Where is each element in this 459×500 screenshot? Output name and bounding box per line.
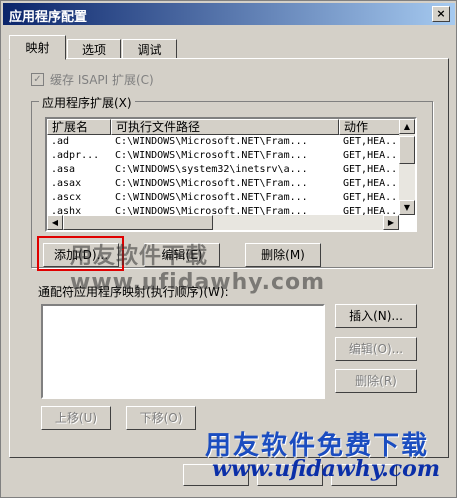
close-button[interactable]: × (432, 6, 450, 22)
cache-isapi-label: 缓存 ISAPI 扩展(C) (50, 73, 154, 87)
row-extension: .adpr... (51, 150, 100, 161)
row-extension: .asax (51, 178, 82, 189)
column-header-verbs[interactable]: 动作 (339, 119, 401, 135)
table-row[interactable]: .ad C:\WINDOWS\Microsoft.NET\Fram... GET… (47, 135, 401, 148)
remove-wildcard-button[interactable]: 删除(R) (335, 369, 417, 393)
row-path: C:\WINDOWS\Microsoft.NET\Fram... (115, 136, 308, 147)
scroll-right-arrow-icon[interactable]: ▶ (383, 215, 399, 230)
column-header-extension[interactable]: 扩展名 (47, 119, 111, 135)
row-verbs: GET,HEA... (343, 164, 401, 175)
title-bar[interactable]: 应用程序配置 × (3, 3, 455, 25)
cache-isapi-checkbox[interactable]: ✓ (31, 73, 44, 86)
column-header-path[interactable]: 可执行文件路径 (111, 119, 339, 135)
extensions-list[interactable]: 扩展名 可执行文件路径 动作 .ad C:\WINDOWS\Microsoft.… (45, 117, 417, 232)
move-down-button[interactable]: 下移(O) (126, 406, 196, 430)
scroll-down-arrow-icon[interactable]: ▼ (399, 200, 415, 215)
row-verbs: GET,HEA... (343, 136, 401, 147)
table-row[interactable]: .ascx C:\WINDOWS\Microsoft.NET\Fram... G… (47, 191, 401, 204)
insert-button[interactable]: 插入(N)... (335, 304, 417, 328)
watermark-url-text: www.ufidawhy.com (212, 456, 441, 482)
row-verbs: GET,HEA... (343, 150, 401, 161)
edit-wildcard-button[interactable]: 编辑(O)... (335, 337, 417, 361)
row-extension: .ascx (51, 192, 82, 203)
move-up-button[interactable]: 上移(U) (41, 406, 111, 430)
extensions-group-label: 应用程序扩展(X) (39, 94, 135, 111)
tab-debugging-label: 调试 (137, 43, 162, 57)
cache-isapi-checkbox-row: ✓ 缓存 ISAPI 扩展(C) (31, 71, 154, 88)
row-extension: .ashx (51, 206, 82, 215)
tab-options[interactable]: 选项 (67, 39, 121, 59)
row-verbs: GET,HEA... (343, 178, 401, 189)
extensions-horizontal-scrollbar[interactable]: ◀ ▶ (47, 215, 399, 230)
table-row[interactable]: .asa C:\WINDOWS\system32\inetsrv\a... GE… (47, 163, 401, 176)
wildcard-mapping-list[interactable] (41, 304, 325, 399)
extensions-vertical-scrollbar[interactable]: ▲ ▼ (399, 119, 415, 215)
scroll-left-arrow-icon[interactable]: ◀ (47, 215, 63, 230)
scroll-thumb[interactable] (399, 136, 415, 164)
table-row[interactable]: .adpr... C:\WINDOWS\Microsoft.NET\Fram..… (47, 149, 401, 162)
tab-debugging[interactable]: 调试 (122, 39, 177, 59)
table-row[interactable]: .asax C:\WINDOWS\Microsoft.NET\Fram... G… (47, 177, 401, 190)
row-path: C:\WINDOWS\Microsoft.NET\Fram... (115, 206, 308, 215)
tab-mappings[interactable]: 映射 (9, 35, 66, 60)
tab-mappings-label: 映射 (25, 41, 50, 55)
row-verbs: GET,HEA... (343, 192, 401, 203)
row-path: C:\WINDOWS\Microsoft.NET\Fram... (115, 192, 308, 203)
tab-options-label: 选项 (81, 43, 106, 57)
row-verbs: GET,HEA... (343, 206, 401, 215)
watermark-overlay-text: 用友软件下载 www.ufidawhy.com (70, 244, 326, 295)
row-path: C:\WINDOWS\Microsoft.NET\Fram... (115, 178, 308, 189)
row-extension: .ad (51, 136, 70, 147)
scroll-up-arrow-icon[interactable]: ▲ (399, 119, 415, 134)
table-row[interactable]: .ashx C:\WINDOWS\Microsoft.NET\Fram... G… (47, 205, 401, 215)
row-extension: .asa (51, 164, 76, 175)
row-path: C:\WINDOWS\system32\inetsrv\a... (115, 164, 308, 175)
window-title: 应用程序配置 (9, 10, 88, 25)
row-path: C:\WINDOWS\Microsoft.NET\Fram... (115, 150, 308, 161)
horizontal-scroll-thumb[interactable] (63, 215, 213, 230)
